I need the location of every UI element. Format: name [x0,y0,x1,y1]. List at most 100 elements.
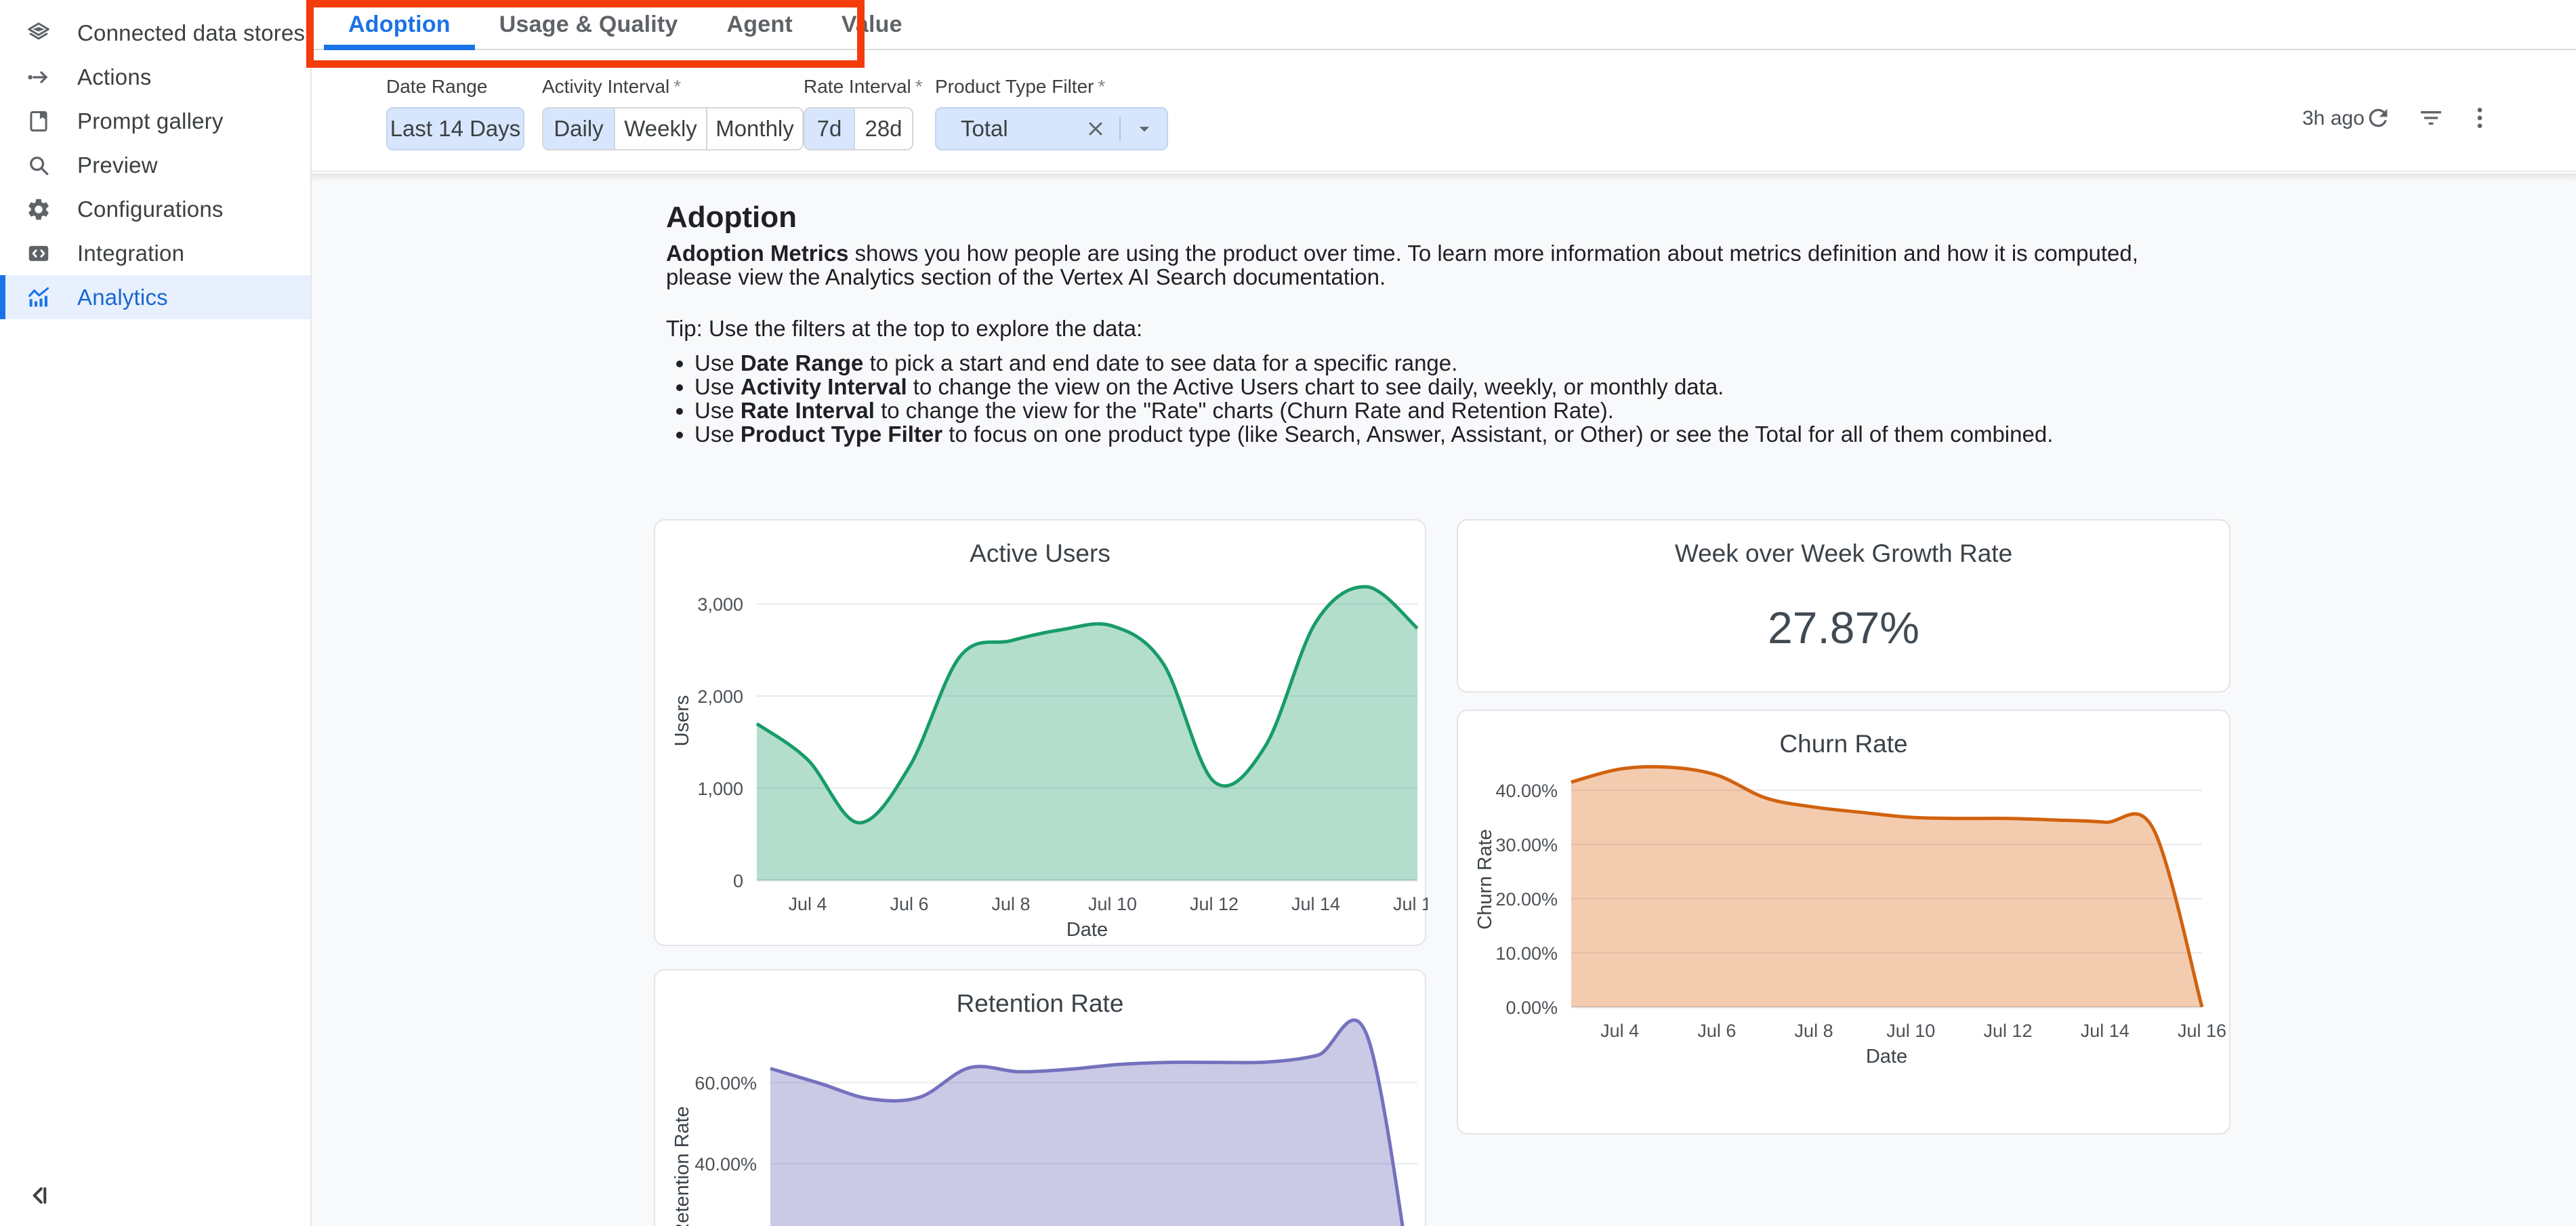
configurations-icon [26,197,51,222]
svg-text:Jul 16: Jul 16 [2178,1021,2226,1041]
svg-text:Jul 6: Jul 6 [890,894,928,914]
preview-icon [26,152,51,178]
filter-list-button[interactable] [2412,99,2450,137]
product-type-value: Total [961,116,1084,142]
churn-rate-card: Churn Rate 0.00% 10.00% 20.00% 30.00% 40.00%… [1457,710,2230,1135]
svg-text:Date: Date [1066,919,1108,941]
rate-option-28d[interactable]: 28d [855,108,912,149]
svg-text:1,000: 1,000 [697,779,743,799]
integration-icon [26,241,51,266]
growth-rate-card: Week over Week Growth Rate 27.87% [1457,519,2230,693]
activity-option-monthly[interactable]: Monthly [707,108,802,149]
last-refresh-text: 3h ago [2302,107,2365,130]
data-stores-icon [26,20,51,46]
sidebar-item-integration[interactable]: Integration [0,231,310,275]
analytics-tab-bar: Adoption Usage & Quality Agent Value [312,0,2576,50]
sidebar-nav: Connected data stores Actions Prompt gal… [0,11,310,319]
collapse-sidebar-button[interactable] [24,1181,54,1210]
list-item: Use Activity Interval to change the view… [694,375,2053,399]
svg-text:40.00%: 40.00% [694,1154,757,1174]
svg-text:Jul 12: Jul 12 [1984,1021,2033,1041]
sidebar-item-prompt-gallery[interactable]: Prompt gallery [0,99,310,143]
analytics-icon [26,285,51,310]
svg-text:Jul 6: Jul 6 [1697,1021,1736,1041]
tab-adoption[interactable]: Adoption [324,0,475,49]
refresh-button[interactable] [2359,99,2397,137]
page-title: Adoption [666,201,797,234]
tips-list: Use Date Range to pick a start and end d… [694,351,2053,446]
activity-interval-toggle: Daily Weekly Monthly [542,107,804,150]
svg-text:10.00%: 10.00% [1495,943,1558,964]
list-item: Use Date Range to pick a start and end d… [694,351,2053,375]
svg-text:Jul 8: Jul 8 [1795,1021,1833,1041]
svg-text:Date: Date [1866,1046,1907,1067]
activity-option-daily[interactable]: Daily [543,108,615,149]
svg-text:Jul 4: Jul 4 [1600,1021,1639,1041]
product-type-filter-label: Product Type Filter* [935,76,1105,98]
active-users-chart[interactable]: 0 1,000 2,000 3,000 Jul 4 Jul 6 Jul 8 Jul 10 Jul… [655,520,1428,947]
dropdown-divider [1119,117,1121,141]
svg-text:Users: Users [671,695,693,747]
date-range-value: Last 14 Days [390,116,521,142]
intro-paragraph: Adoption Metrics shows you how people ar… [666,241,2194,289]
tab-label: Value [842,12,902,38]
sidebar-item-label: Configurations [77,197,224,222]
tab-agent[interactable]: Agent [703,0,817,49]
svg-text:Jul 14: Jul 14 [1291,894,1340,914]
date-range-chip[interactable]: Last 14 Days [386,107,524,150]
sidebar-item-label: Preview [77,152,158,178]
chart-title: Week over Week Growth Rate [1458,539,2229,568]
sidebar: Connected data stores Actions Prompt gal… [0,0,312,1226]
tab-label: Agent [727,12,793,38]
svg-text:Jul 16: Jul 16 [1393,894,1428,914]
active-users-card: Active Users 01,0002,0003,000Jul 4Jul 6J… [654,519,1426,946]
sidebar-item-label: Actions [77,64,152,90]
sidebar-item-analytics[interactable]: Analytics [0,275,310,319]
sidebar-item-configurations[interactable]: Configurations [0,187,310,231]
svg-text:2,000: 2,000 [697,687,743,707]
svg-text:Retention Rate: Retention Rate [671,1106,693,1226]
sidebar-item-label: Prompt gallery [77,108,224,134]
svg-text:40.00%: 40.00% [1495,781,1558,801]
svg-text:Jul 10: Jul 10 [1088,894,1137,914]
sidebar-item-preview[interactable]: Preview [0,143,310,187]
svg-text:Jul 10: Jul 10 [1886,1021,1935,1041]
main-content: Adoption Adoption Metrics shows you how … [312,173,2576,1226]
sidebar-item-connected-data-stores[interactable]: Connected data stores [0,11,310,55]
sidebar-item-actions[interactable]: Actions [0,55,310,99]
svg-text:Jul 8: Jul 8 [991,894,1030,914]
list-item: Use Rate Interval to change the view for… [694,399,2053,422]
actions-icon [26,64,51,90]
chevron-down-icon[interactable] [1133,117,1156,140]
svg-text:20.00%: 20.00% [1495,889,1558,910]
clear-filter-icon[interactable] [1084,117,1107,140]
retention-rate-chart[interactable]: 0.00%20.00%40.00%60.00%Jul 4Jul 6Jul 8Ju… [655,970,1428,1226]
tab-label: Adoption [348,12,451,38]
svg-text:30.00%: 30.00% [1495,835,1558,855]
svg-text:3,000: 3,000 [697,594,743,615]
tip-text: Tip: Use the filters at the top to explo… [666,316,1142,342]
svg-text:Jul 4: Jul 4 [788,894,827,914]
filter-bar: Date Range Last 14 Days Activity Interva… [312,52,2576,172]
tab-usage-quality[interactable]: Usage & Quality [475,0,703,49]
svg-text:0: 0 [733,871,743,891]
svg-text:Jul 14: Jul 14 [2081,1021,2130,1041]
prompt-gallery-icon [26,108,51,134]
more-options-button[interactable] [2461,99,2499,137]
product-type-dropdown[interactable]: Total [935,107,1168,150]
svg-text:Churn Rate: Churn Rate [1474,829,1496,929]
sidebar-item-label: Analytics [77,285,168,310]
tab-value[interactable]: Value [817,0,927,49]
retention-rate-card: Retention Rate 0.00%20.00%40.00%60.00%Ju… [654,969,1426,1226]
growth-rate-value: 27.87% [1458,602,2229,653]
sidebar-item-label: Connected data stores [77,20,305,46]
rate-option-7d[interactable]: 7d [805,108,855,149]
svg-text:0.00%: 0.00% [1505,998,1558,1018]
churn-rate-chart[interactable]: 0.00% 10.00% 20.00% 30.00% 40.00% Jul 4 Jul 6 J… [1458,711,2232,1136]
svg-text:Jul 12: Jul 12 [1190,894,1239,914]
date-range-label: Date Range [386,76,487,98]
activity-option-weekly[interactable]: Weekly [615,108,707,149]
activity-interval-label: Activity Interval* [542,76,681,98]
sidebar-item-label: Integration [77,241,184,266]
tab-label: Usage & Quality [499,12,678,38]
